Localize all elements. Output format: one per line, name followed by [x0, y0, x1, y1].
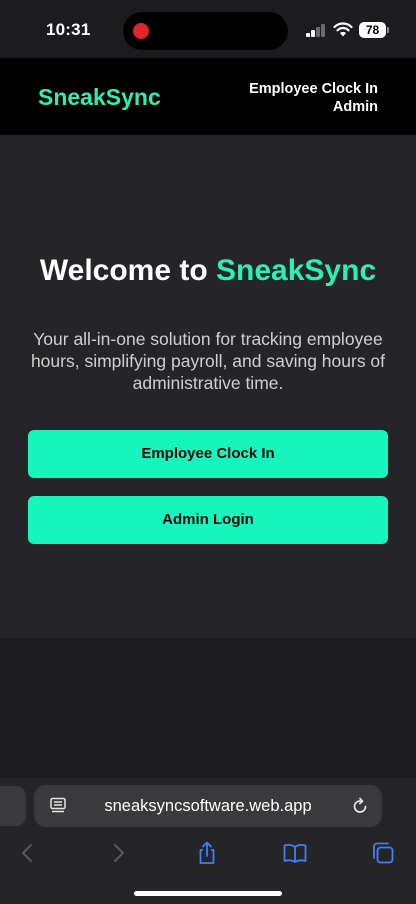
hero-title: Welcome to SneakSync	[0, 254, 416, 288]
nav-link-admin[interactable]: Admin	[249, 98, 378, 116]
battery-level: 78	[359, 22, 386, 38]
bookmarks-icon[interactable]	[282, 840, 308, 866]
home-indicator	[134, 891, 282, 896]
reload-icon[interactable]	[350, 796, 370, 816]
employee-clock-in-button[interactable]: Employee Clock In	[28, 430, 388, 478]
nav-link-employee-clock-in[interactable]: Employee Clock In	[249, 80, 378, 98]
recording-dot-icon	[133, 23, 149, 39]
forward-icon[interactable]	[105, 840, 131, 866]
browser-toolbar: sneaksyncsoftware.web.app	[0, 778, 416, 904]
hero-title-prefix: Welcome to	[39, 254, 217, 287]
url-text: sneaksyncsoftware.web.app	[104, 797, 312, 815]
battery-icon: 78	[359, 22, 389, 38]
back-icon[interactable]	[15, 840, 41, 866]
header-nav: Employee Clock In Admin	[249, 80, 378, 116]
hero-title-brand: SneakSync	[216, 254, 377, 287]
previous-tab-preview[interactable]	[0, 786, 26, 826]
tabs-icon[interactable]	[370, 840, 396, 866]
address-bar[interactable]: sneaksyncsoftware.web.app	[34, 785, 382, 827]
status-bar: 10:31 78	[0, 0, 416, 58]
hero-description: Your all-in-one solution for tracking em…	[30, 329, 386, 393]
hero-section: Welcome to SneakSync Your all-in-one sol…	[0, 135, 416, 638]
page-background	[0, 638, 416, 778]
admin-login-button[interactable]: Admin Login	[28, 496, 388, 544]
dynamic-island	[123, 12, 288, 50]
share-icon[interactable]	[194, 840, 220, 866]
brand-logo[interactable]: SneakSync	[38, 84, 161, 111]
cellular-signal-icon	[306, 24, 326, 37]
wifi-icon	[333, 22, 353, 37]
site-header: SneakSync Employee Clock In Admin	[0, 58, 416, 135]
status-time: 10:31	[46, 20, 91, 39]
